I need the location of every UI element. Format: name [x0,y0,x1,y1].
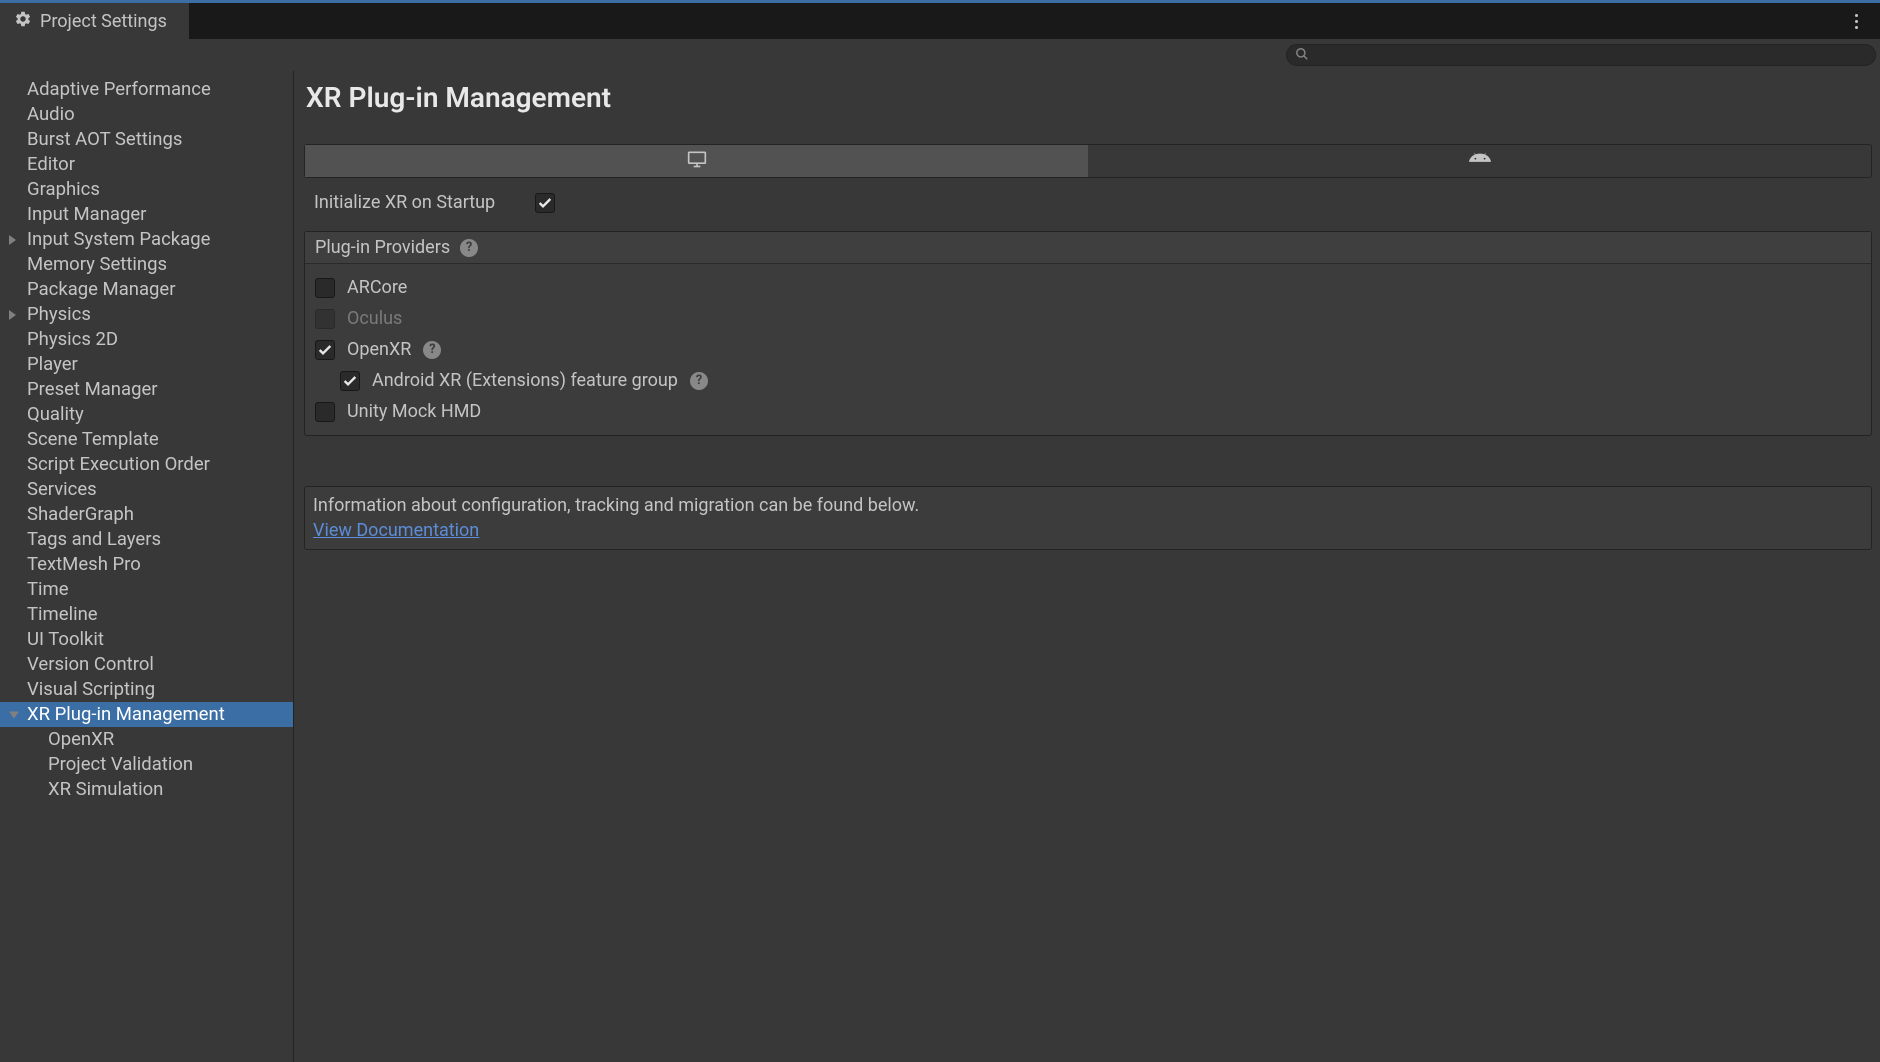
provider-row-oculus: Oculus [315,303,1861,334]
sidebar-item-openxr[interactable]: OpenXR [0,727,293,752]
provider-checkbox[interactable] [315,340,335,360]
sidebar-item-visual-scripting[interactable]: Visual Scripting [0,677,293,702]
sidebar-item-xr-plug-in-management[interactable]: XR Plug-in Management [0,702,293,727]
help-icon[interactable]: ? [460,239,478,257]
provider-row-arcore: ARCore [315,272,1861,303]
sidebar-item-burst-aot-settings[interactable]: Burst AOT Settings [0,127,293,152]
initialize-checkbox[interactable] [535,193,555,213]
sidebar-item-project-validation[interactable]: Project Validation [0,752,293,777]
provider-checkbox[interactable] [315,402,335,422]
help-icon[interactable]: ? [690,372,708,390]
page-title: XR Plug-in Management [306,81,1872,114]
sidebar-item-services[interactable]: Services [0,477,293,502]
provider-label: OpenXR [347,339,411,360]
sidebar-item-input-manager[interactable]: Input Manager [0,202,293,227]
sidebar-item-shadergraph[interactable]: ShaderGraph [0,502,293,527]
info-section: Information about configuration, trackin… [304,486,1872,550]
sidebar-item-memory-settings[interactable]: Memory Settings [0,252,293,277]
provider-label: Unity Mock HMD [347,401,481,422]
sidebar-item-physics-2d[interactable]: Physics 2D [0,327,293,352]
providers-header: Plug-in Providers ? [305,232,1871,264]
kebab-icon[interactable] [1846,11,1866,31]
provider-row-openxr: OpenXR? [315,334,1861,365]
content-area: XR Plug-in Management [294,71,1880,1062]
sidebar-item-package-manager[interactable]: Package Manager [0,277,293,302]
info-text: Information about configuration, trackin… [313,495,1863,516]
provider-checkbox[interactable] [340,371,360,391]
gear-icon [14,10,32,33]
monitor-icon [686,149,708,173]
sidebar-item-quality[interactable]: Quality [0,402,293,427]
provider-row-unity-mock-hmd: Unity Mock HMD [315,396,1861,427]
sidebar-item-time[interactable]: Time [0,577,293,602]
providers-header-label: Plug-in Providers [315,237,450,258]
sidebar-item-tags-and-layers[interactable]: Tags and Layers [0,527,293,552]
provider-label: ARCore [347,277,407,298]
sidebar: Adaptive PerformanceAudioBurst AOT Setti… [0,71,294,1062]
sidebar-item-textmesh-pro[interactable]: TextMesh Pro [0,552,293,577]
platform-tabs [304,144,1872,178]
help-icon[interactable]: ? [423,341,441,359]
sidebar-item-preset-manager[interactable]: Preset Manager [0,377,293,402]
provider-checkbox[interactable] [315,278,335,298]
tab-standalone[interactable] [305,145,1088,177]
search-icon [1295,46,1309,65]
sidebar-item-ui-toolkit[interactable]: UI Toolkit [0,627,293,652]
provider-row-android-xr-extensions-feature-group: Android XR (Extensions) feature group? [315,365,1861,396]
providers-section: Plug-in Providers ? ARCoreOculusOpenXR?A… [304,231,1872,436]
android-icon [1469,152,1491,171]
sidebar-item-player[interactable]: Player [0,352,293,377]
toolbar [0,39,1880,71]
sidebar-item-adaptive-performance[interactable]: Adaptive Performance [0,77,293,102]
sidebar-item-script-execution-order[interactable]: Script Execution Order [0,452,293,477]
sidebar-item-version-control[interactable]: Version Control [0,652,293,677]
sidebar-item-physics[interactable]: Physics [0,302,293,327]
provider-label: Oculus [347,308,402,329]
sidebar-item-scene-template[interactable]: Scene Template [0,427,293,452]
initialize-label: Initialize XR on Startup [314,192,495,213]
tab-title: Project Settings [40,11,167,32]
sidebar-item-input-system-package[interactable]: Input System Package [0,227,293,252]
view-documentation-link[interactable]: View Documentation [313,520,479,541]
sidebar-item-editor[interactable]: Editor [0,152,293,177]
initialize-row: Initialize XR on Startup [304,188,1872,231]
window-tab[interactable]: Project Settings [0,3,189,39]
sidebar-item-timeline[interactable]: Timeline [0,602,293,627]
provider-label: Android XR (Extensions) feature group [372,370,678,391]
tab-android[interactable] [1088,145,1871,177]
titlebar: Project Settings [0,0,1880,39]
search-input[interactable] [1286,44,1876,66]
sidebar-item-graphics[interactable]: Graphics [0,177,293,202]
sidebar-item-xr-simulation[interactable]: XR Simulation [0,777,293,802]
provider-checkbox [315,309,335,329]
sidebar-item-audio[interactable]: Audio [0,102,293,127]
